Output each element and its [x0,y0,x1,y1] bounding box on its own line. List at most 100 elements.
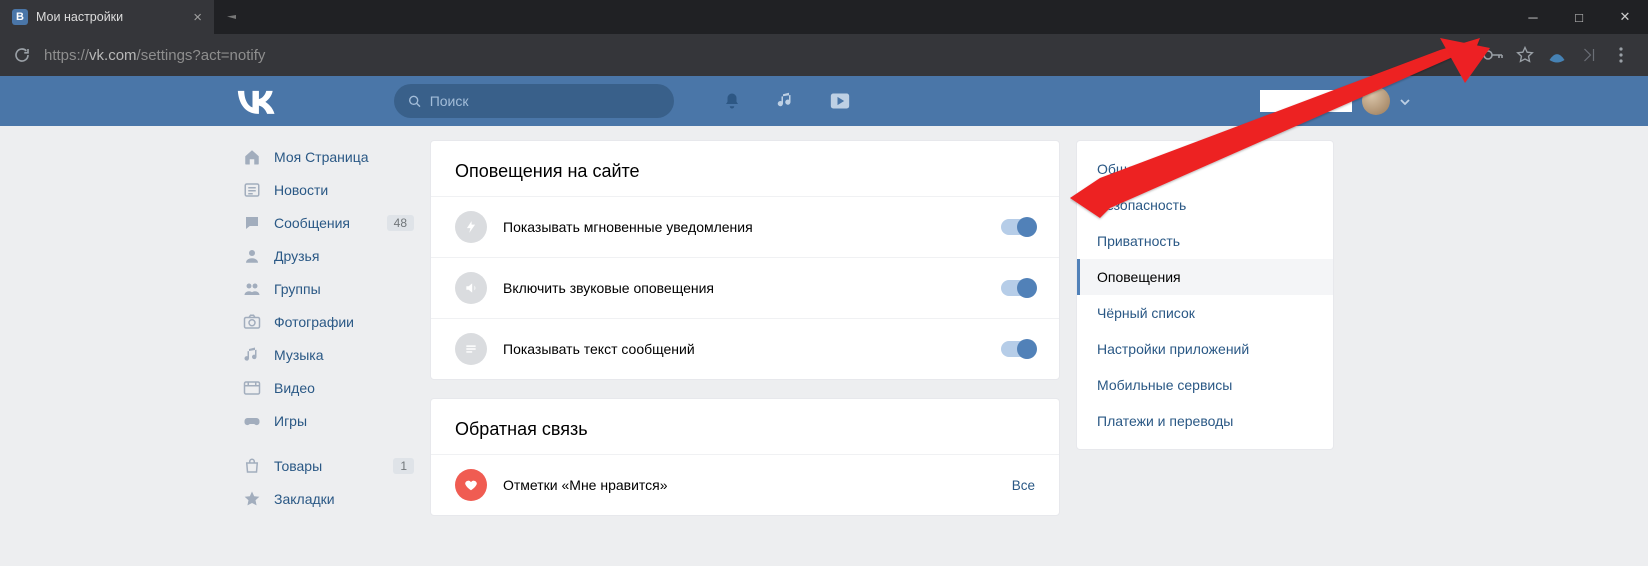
nav-friends[interactable]: Друзья [236,239,414,272]
nav-label: Игры [274,413,307,429]
chevron-down-icon [1400,92,1410,110]
url-host: vk.com [89,47,137,64]
setting-label: Показывать текст сообщений [503,341,695,357]
nav-video[interactable]: Видео [236,371,414,404]
left-nav: Моя Страница Новости Сообщения48 Друзья … [236,140,414,516]
feedback-card: Обратная связь Отметки «Мне нравится» Вс… [430,398,1060,516]
setting-row-likes[interactable]: Отметки «Мне нравится» Все [431,454,1059,515]
user-menu[interactable] [1260,87,1424,115]
home-icon [242,148,262,166]
tab-title: Мои настройки [36,10,123,24]
tab-mobile[interactable]: Мобильные сервисы [1077,367,1333,403]
setting-row-sound: Включить звуковые оповещения [431,257,1059,318]
market-icon [242,457,262,475]
minimize-button[interactable]: ─ [1510,0,1556,34]
tab-notifications[interactable]: Оповещения [1077,259,1333,295]
header-icons [722,91,850,111]
url-protocol: https:// [44,47,89,64]
music-note-icon [242,346,262,364]
setting-label: Включить звуковые оповещения [503,280,714,296]
nav-market[interactable]: Товары 1 [236,449,414,482]
address-bar: https://vk.com/settings?act=notify [0,34,1648,76]
nav-music[interactable]: Музыка [236,338,414,371]
settings-tabs: Общее Безопасность Приватность Оповещени… [1076,140,1334,450]
browser-tab[interactable]: B Мои настройки × [0,0,214,34]
avatar [1362,87,1390,115]
all-link[interactable]: Все [1012,478,1035,493]
star-icon[interactable] [1514,44,1536,66]
tab-general[interactable]: Общее [1077,151,1333,187]
url-display[interactable]: https://vk.com/settings?act=notify [38,47,1482,64]
search-box[interactable] [394,84,674,118]
tab-app-settings[interactable]: Настройки приложений [1077,331,1333,367]
window-controls: ─ □ ✕ [1510,0,1648,34]
nav-news[interactable]: Новости [236,173,414,206]
window-titlebar: B Мои настройки × ─ □ ✕ [0,0,1648,34]
notifications-icon[interactable] [722,91,742,111]
nav-label: Фотографии [274,314,354,330]
video-icon [242,379,262,397]
gamepad-icon [242,412,262,430]
key-icon[interactable] [1482,44,1504,66]
tab-privacy[interactable]: Приватность [1077,223,1333,259]
new-tab-button[interactable] [218,5,246,29]
text-lines-icon [455,333,487,365]
camera-icon [242,313,262,331]
nav-bookmarks[interactable]: Закладки [236,482,414,515]
search-icon [408,94,422,109]
lightning-icon [455,211,487,243]
toggle-instant[interactable] [1001,219,1035,235]
music-icon[interactable] [776,91,796,111]
messages-badge: 48 [387,215,414,231]
main-column: Оповещения на сайте Показывать мгновенны… [430,140,1060,516]
heart-icon [455,469,487,501]
tab-security[interactable]: Безопасность [1077,187,1333,223]
setting-row-instant: Показывать мгновенные уведомления [431,196,1059,257]
nav-groups[interactable]: Группы [236,272,414,305]
tab-payments[interactable]: Платежи и переводы [1077,403,1333,439]
section-title: Оповещения на сайте [431,141,1059,196]
nav-label: Товары [274,458,322,474]
menu-icon[interactable] [1610,44,1632,66]
messages-icon [242,214,262,232]
maximize-button[interactable]: □ [1556,0,1602,34]
video-play-icon[interactable] [830,91,850,111]
nav-photos[interactable]: Фотографии [236,305,414,338]
search-input[interactable] [430,93,660,109]
vk-header [0,76,1648,126]
setting-label: Отметки «Мне нравится» [503,477,668,493]
speaker-icon [455,272,487,304]
close-tab-icon[interactable]: × [193,9,202,26]
extension-blue-icon[interactable] [1546,44,1568,66]
setting-row-text: Показывать текст сообщений [431,318,1059,379]
plus-icon [227,12,237,22]
page-content: Моя Страница Новости Сообщения48 Друзья … [224,126,1424,516]
reload-button[interactable] [6,46,38,64]
user-name-placeholder [1260,90,1352,112]
vk-logo[interactable] [236,85,294,117]
nav-label: Закладки [274,491,335,507]
nav-label: Моя Страница [274,149,369,165]
url-path: /settings?act=notify [137,47,266,64]
friends-icon [242,247,262,265]
market-badge: 1 [393,458,414,474]
nav-label: Друзья [274,248,319,264]
toggle-text[interactable] [1001,341,1035,357]
setting-label: Показывать мгновенные уведомления [503,219,753,235]
extension-gray-icon[interactable] [1578,44,1600,66]
toggle-sound[interactable] [1001,280,1035,296]
star-nav-icon [242,490,262,508]
tab-blacklist[interactable]: Чёрный список [1077,295,1333,331]
close-window-button[interactable]: ✕ [1602,0,1648,34]
news-icon [242,181,262,199]
groups-icon [242,280,262,298]
nav-messages[interactable]: Сообщения48 [236,206,414,239]
nav-label: Музыка [274,347,324,363]
nav-games[interactable]: Игры [236,404,414,437]
nav-label: Видео [274,380,315,396]
nav-my-page[interactable]: Моя Страница [236,140,414,173]
nav-label: Группы [274,281,321,297]
right-column: Общее Безопасность Приватность Оповещени… [1076,140,1334,516]
addrbar-right-icons [1482,44,1642,66]
nav-label: Новости [274,182,328,198]
